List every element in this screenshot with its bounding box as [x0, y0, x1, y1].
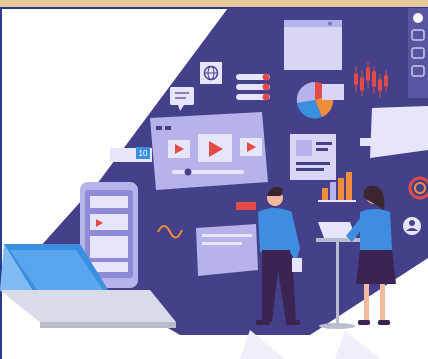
tag-chip [236, 202, 256, 210]
video-player-window [150, 112, 268, 190]
svg-text:10: 10 [139, 149, 148, 158]
globe-icon [200, 62, 222, 84]
content-window [196, 224, 258, 276]
floor-reflection [335, 330, 380, 359]
side-toolbar [408, 8, 428, 98]
user-icon [403, 217, 421, 235]
digital-workspace-illustration: 10 [0, 8, 428, 359]
counter-badge: 10 [110, 147, 152, 162]
profile-card [290, 134, 336, 180]
floating-window [284, 20, 342, 70]
settings-list [236, 73, 270, 101]
illustration-frame: 10 [0, 0, 428, 359]
